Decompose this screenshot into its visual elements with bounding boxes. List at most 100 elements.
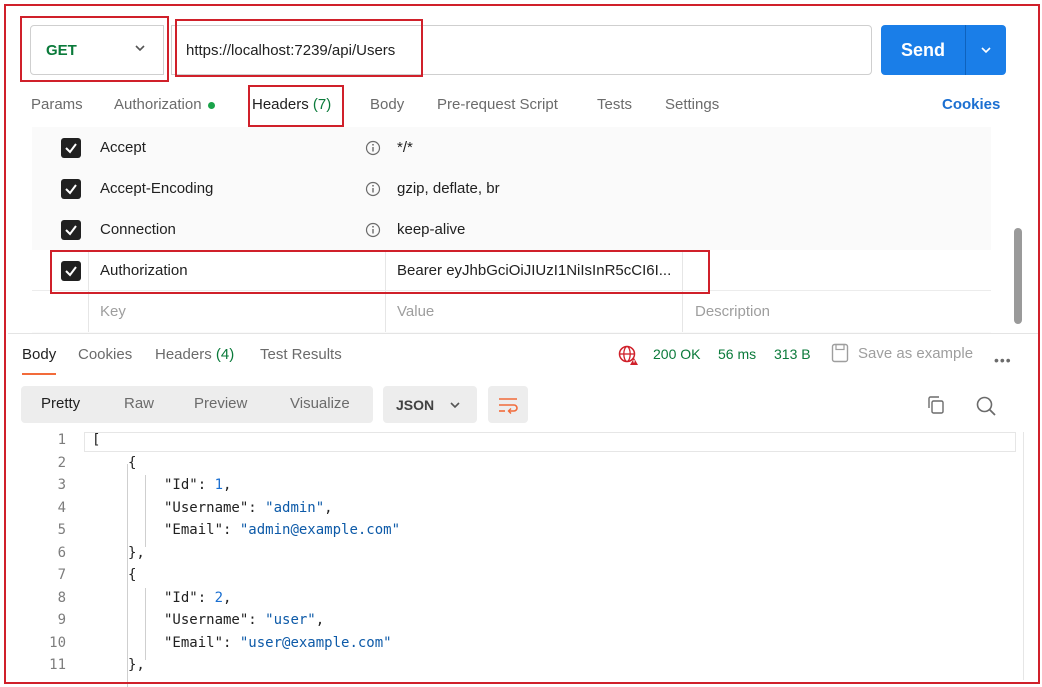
json-number: 2 [215, 590, 223, 606]
copy-icon[interactable] [926, 395, 946, 415]
tab-params[interactable]: Params [31, 96, 83, 113]
line-number: 10 [8, 635, 66, 651]
chevron-down-icon [979, 43, 993, 57]
info-icon[interactable] [365, 222, 381, 238]
line-number: 4 [8, 500, 66, 516]
code-text: [ [92, 432, 100, 448]
url-text: https://localhost:7239/api/Users [186, 42, 395, 59]
tab-authorization[interactable]: Authorization [114, 96, 215, 113]
column-divider [682, 250, 683, 291]
header-row-new: Key Value Description [32, 291, 991, 332]
header-key[interactable]: Authorization [100, 262, 188, 279]
checkbox-checked-icon[interactable] [61, 220, 81, 240]
format-label: JSON [396, 397, 434, 413]
tab-tests[interactable]: Tests [597, 96, 632, 113]
search-icon[interactable] [975, 395, 997, 417]
description-input[interactable]: Description [695, 303, 770, 320]
line-number: 6 [8, 545, 66, 561]
response-tab-headers[interactable]: Headers (4) [155, 346, 234, 363]
header-key[interactable]: Accept-Encoding [100, 180, 213, 197]
info-icon[interactable] [365, 140, 381, 156]
response-tab-headers-label: Headers [155, 346, 212, 363]
value-input[interactable]: Value [397, 303, 434, 320]
header-value[interactable]: gzip, deflate, br [397, 180, 500, 197]
wrap-icon [497, 396, 519, 414]
header-row: Accept-Encoding gzip, deflate, br [32, 168, 991, 209]
header-row: Accept */* [32, 127, 991, 168]
column-divider [88, 291, 89, 332]
line-number: 1 [8, 432, 66, 448]
comma: , [316, 612, 324, 628]
colon: : [248, 500, 265, 516]
url-input[interactable]: https://localhost:7239/api/Users [171, 25, 872, 75]
column-divider [682, 291, 683, 332]
json-key: "Email" [164, 522, 223, 538]
response-tab-body[interactable]: Body [22, 346, 56, 363]
more-icon[interactable]: ••• [994, 352, 1012, 368]
response-body-editor[interactable]: 1 [ 2 { 3 "Id": 1, 4 "Username": "admin"… [8, 430, 1036, 680]
checkbox-checked-icon[interactable] [61, 138, 81, 158]
send-button[interactable]: Send [881, 25, 1006, 75]
code-text: "Username": "user", [164, 612, 324, 628]
status-code[interactable]: 200 OK [653, 346, 700, 362]
response-tab-test-results[interactable]: Test Results [260, 346, 342, 363]
save-as-example-button[interactable]: Save as example [858, 345, 973, 362]
response-size[interactable]: 313 B [774, 346, 811, 362]
column-divider [385, 250, 386, 291]
line-number: 8 [8, 590, 66, 606]
colon: : [198, 477, 215, 493]
headers-table: Accept */* Accept-Encoding gzip, deflate… [32, 127, 991, 333]
brace: { [128, 455, 136, 471]
header-value[interactable]: keep-alive [397, 221, 465, 238]
header-key[interactable]: Accept [100, 139, 146, 156]
response-time[interactable]: 56 ms [718, 346, 756, 362]
view-visualize[interactable]: Visualize [290, 395, 350, 412]
tab-settings[interactable]: Settings [665, 96, 719, 113]
code-line: 7 { [8, 565, 1036, 587]
code-line: 8 "Id": 2, [8, 588, 1036, 610]
view-preview[interactable]: Preview [194, 395, 247, 412]
json-key: "Username" [164, 612, 248, 628]
response-tab-cookies[interactable]: Cookies [78, 346, 132, 363]
send-label: Send [881, 40, 965, 61]
view-pretty[interactable]: Pretty [41, 395, 80, 412]
view-raw[interactable]: Raw [124, 395, 154, 412]
tab-headers[interactable]: Headers (7) [252, 96, 331, 113]
header-value[interactable]: */* [397, 139, 413, 156]
send-options-button[interactable] [966, 43, 1006, 57]
status-dot-icon [208, 102, 215, 109]
code-line: 4 "Username": "admin", [8, 498, 1036, 520]
colon: : [223, 635, 240, 651]
globe-error-icon[interactable] [617, 344, 639, 366]
cookies-link[interactable]: Cookies [942, 96, 1000, 113]
code-text: }, [128, 545, 145, 561]
code-text: "Username": "admin", [164, 500, 333, 516]
tab-headers-label: Headers [252, 96, 309, 113]
comma: , [324, 500, 332, 516]
header-key[interactable]: Connection [100, 221, 176, 238]
method-select[interactable]: GET [30, 25, 164, 75]
headers-scrollbar[interactable] [1014, 228, 1022, 324]
format-select[interactable]: JSON [383, 386, 477, 423]
tab-pre-request-script[interactable]: Pre-request Script [437, 96, 558, 113]
colon: : [223, 522, 240, 538]
key-input[interactable]: Key [100, 303, 126, 320]
tab-authorization-label: Authorization [114, 96, 202, 113]
tab-body[interactable]: Body [370, 96, 404, 113]
checkbox-checked-icon[interactable] [61, 261, 81, 281]
line-number: 5 [8, 522, 66, 538]
view-mode-group: Pretty Raw Preview Visualize [21, 386, 373, 423]
wrap-lines-button[interactable] [488, 386, 528, 423]
json-key: "Username" [164, 500, 248, 516]
info-icon[interactable] [365, 181, 381, 197]
code-line: 5 "Email": "admin@example.com" [8, 520, 1036, 542]
checkbox-checked-icon[interactable] [61, 179, 81, 199]
column-divider [88, 250, 89, 291]
header-row: Connection keep-alive [32, 209, 991, 250]
header-value[interactable]: Bearer eyJhbGciOiJIUzI1NiIsInR5cCI6I... [397, 262, 671, 279]
chevron-down-icon [133, 41, 147, 55]
brace: }, [128, 545, 145, 561]
save-icon[interactable] [831, 343, 849, 363]
json-key: "Email" [164, 635, 223, 651]
line-number: 9 [8, 612, 66, 628]
